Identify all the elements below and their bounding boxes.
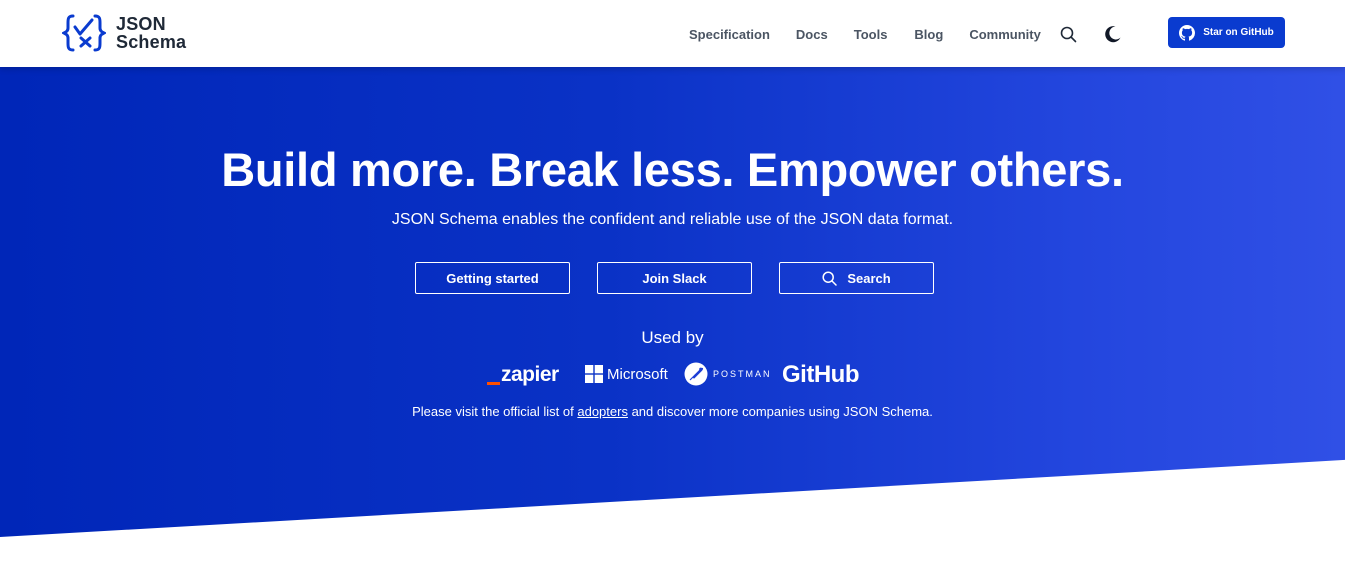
hero-title: Build more. Break less. Empower others. <box>221 143 1124 196</box>
adopters-note: Please visit the official list of adopte… <box>0 404 1345 420</box>
site-header: JSON Schema Specification Docs Tools Blo… <box>0 0 1345 67</box>
zapier-wordmark: zapier <box>501 363 559 386</box>
nav-tools[interactable]: Tools <box>854 27 888 42</box>
hero-section <box>0 67 1345 537</box>
main-nav: Specification Docs Tools Blog Community <box>689 23 1123 45</box>
hero-search-label: Search <box>847 270 891 286</box>
json-schema-logo-icon <box>62 14 106 52</box>
search-icon <box>822 270 838 286</box>
microsoft-logo[interactable]: Microsoft <box>585 365 668 383</box>
star-on-github-button[interactable]: Star on GitHub <box>1168 17 1285 48</box>
hero-subtitle: JSON Schema enables the confident and re… <box>391 211 954 228</box>
search-icon <box>1061 26 1077 42</box>
logo-text-json: JSON <box>116 14 166 34</box>
logo-text-schema: Schema <box>116 32 187 52</box>
moon-icon <box>1105 26 1121 43</box>
nav-blog[interactable]: Blog <box>914 27 943 42</box>
getting-started-button[interactable]: Getting started <box>415 262 570 294</box>
adopters-link[interactable]: adopters <box>577 404 628 419</box>
microsoft-grid-icon <box>585 365 603 383</box>
star-on-github-label: Star on GitHub <box>1203 27 1274 38</box>
join-slack-button[interactable]: Join Slack <box>597 262 752 294</box>
zapier-underscore-icon <box>487 381 500 385</box>
hero-search-button[interactable]: Search <box>779 262 934 294</box>
github-logo[interactable]: GitHub <box>782 361 859 389</box>
postman-logo[interactable]: POSTMAN <box>684 362 772 386</box>
adopters-note-before: Please visit the official list of <box>412 404 578 419</box>
theme-toggle-button[interactable] <box>1103 24 1123 44</box>
adopters-note-after: and discover more companies using JSON S… <box>627 404 933 419</box>
microsoft-wordmark: Microsoft <box>607 365 668 383</box>
logo-link[interactable]: JSON Schema <box>62 13 186 53</box>
nav-docs[interactable]: Docs <box>796 27 828 42</box>
postman-wordmark: POSTMAN <box>713 369 772 379</box>
postman-rocket-icon <box>684 362 708 386</box>
nav-specification[interactable]: Specification <box>689 27 770 42</box>
nav-community[interactable]: Community <box>969 27 1041 42</box>
used-by-heading: Used by <box>641 328 704 347</box>
zapier-logo[interactable]: zapier <box>487 363 559 387</box>
header-search-button[interactable] <box>1059 24 1079 44</box>
adopter-logos: zapier Microsoft POSTMAN GitHub <box>0 360 1345 390</box>
github-icon <box>1179 24 1196 41</box>
logo-text: JSON Schema <box>116 15 186 51</box>
